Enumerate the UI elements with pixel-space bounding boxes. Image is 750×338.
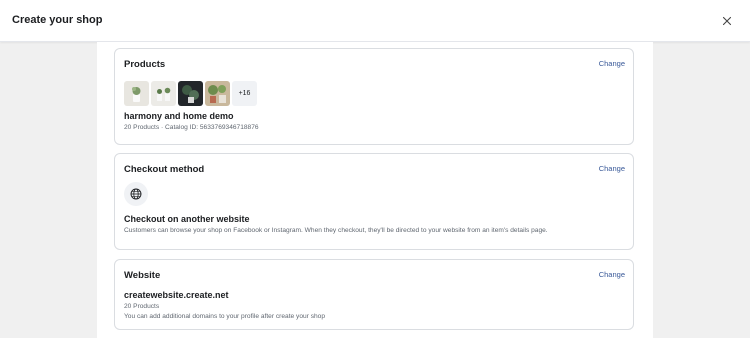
checkout-title: Checkout method — [124, 164, 205, 175]
products-title: Products — [124, 59, 166, 70]
dialog-title: Create your shop — [12, 14, 103, 26]
website-change-link[interactable]: Change — [599, 270, 625, 279]
checkout-card: Checkout method Change Checkout on anoth… — [114, 153, 634, 250]
website-card: Website Change createwebsite.create.net … — [114, 259, 634, 330]
website-title: Website — [124, 270, 161, 281]
website-product-count: 20 Products — [124, 303, 160, 310]
product-thumbnail — [151, 81, 176, 106]
close-button[interactable] — [718, 12, 736, 30]
products-card: Products Change +16 harmony and home dem… — [114, 48, 634, 145]
catalog-meta: 20 Products · Catalog ID: 56337693467188… — [124, 124, 259, 131]
close-icon — [722, 16, 732, 26]
product-thumbnail — [205, 81, 230, 106]
product-thumbnail — [124, 81, 149, 106]
checkout-description: Customers can browse your shop on Facebo… — [124, 227, 548, 234]
globe-icon-container — [124, 182, 148, 206]
product-thumbnail — [178, 81, 203, 106]
catalog-name: harmony and home demo — [124, 111, 234, 121]
globe-icon — [130, 188, 142, 200]
more-products-count[interactable]: +16 — [232, 81, 257, 106]
product-thumbnails: +16 — [124, 81, 257, 106]
products-change-link[interactable]: Change — [599, 59, 625, 68]
dialog-header: Create your shop — [0, 0, 750, 42]
website-domain: createwebsite.create.net — [124, 290, 229, 300]
checkout-change-link[interactable]: Change — [599, 164, 625, 173]
website-note: You can add additional domains to your p… — [124, 313, 325, 320]
content-panel: Products Change +16 harmony and home dem… — [97, 42, 653, 338]
checkout-method-name: Checkout on another website — [124, 214, 250, 224]
